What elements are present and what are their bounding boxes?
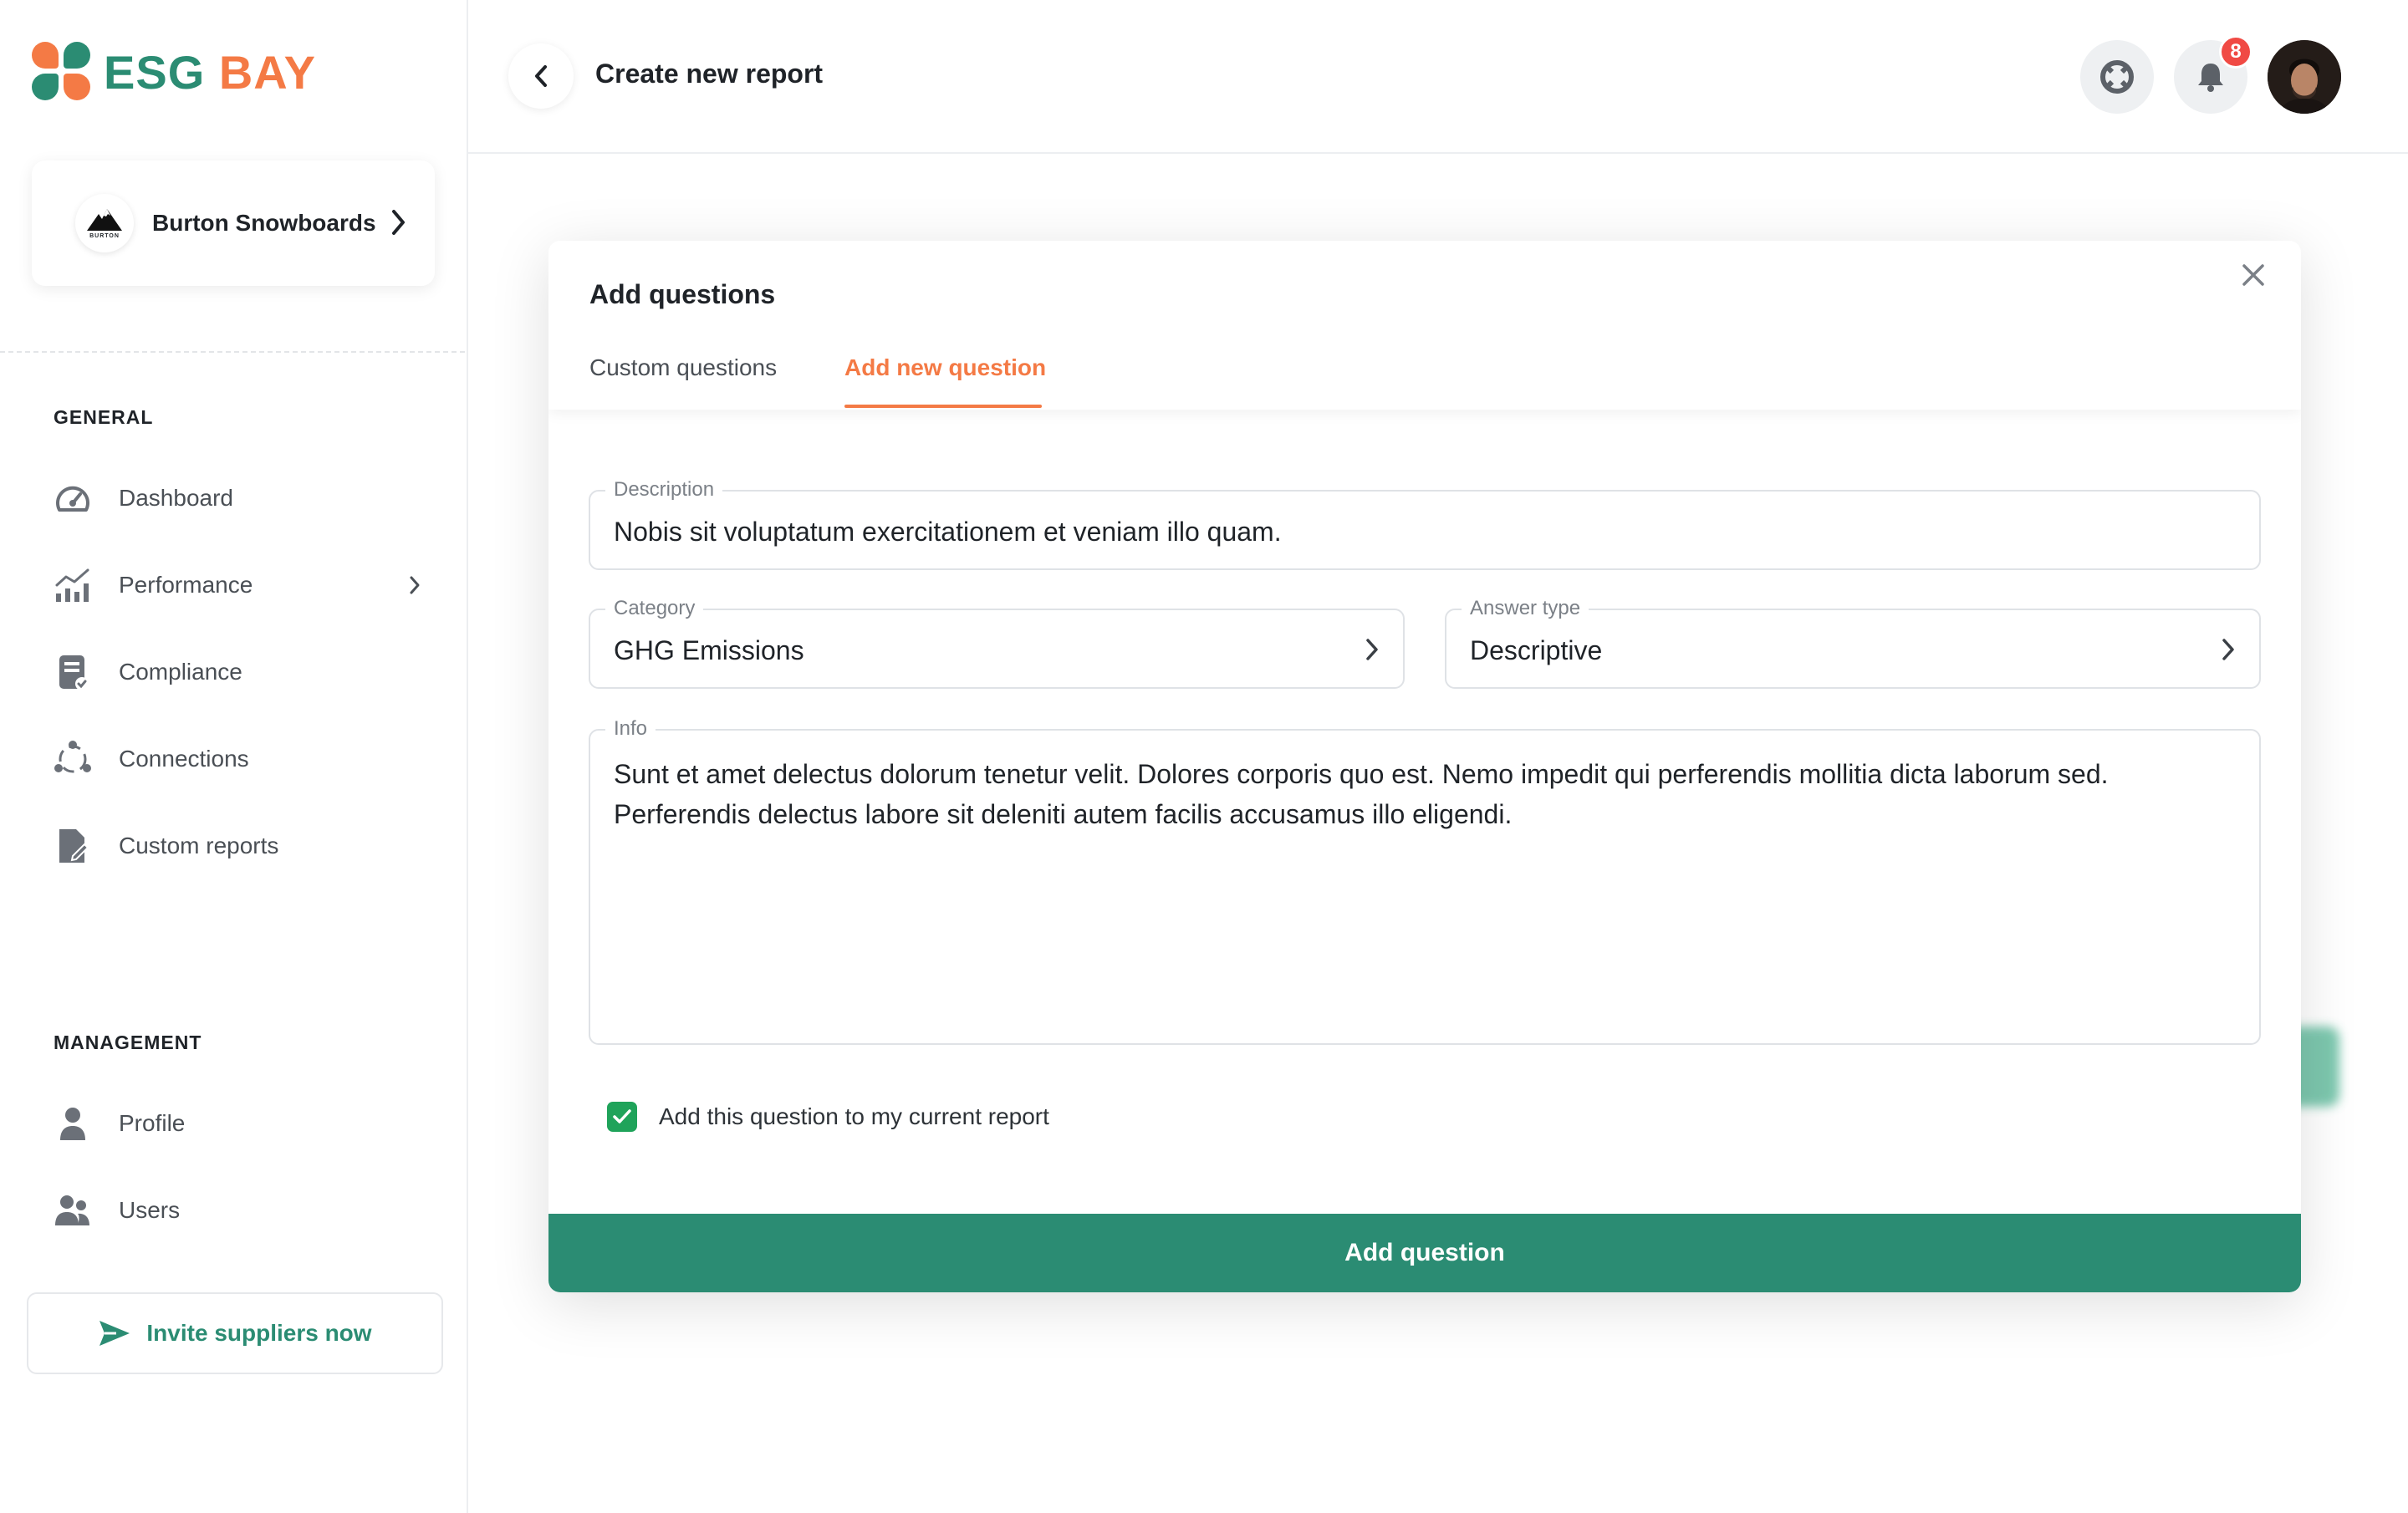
sidebar-item-label: Profile — [119, 1110, 186, 1136]
category-select[interactable]: Category GHG Emissions — [589, 597, 1405, 689]
notification-badge: 8 — [2219, 35, 2252, 69]
sidebar-item-performance[interactable]: Performance — [54, 560, 421, 610]
avatar[interactable] — [2268, 40, 2341, 114]
section-title-management: MANAGEMENT — [54, 1032, 202, 1053]
gauge-icon — [54, 479, 92, 517]
logo-text-esg: ESG — [104, 45, 206, 99]
logo-text-bay: BAY — [218, 45, 316, 99]
organization-name: Burton Snowboards — [152, 210, 376, 236]
lifebuoy-icon — [2100, 60, 2134, 94]
sidebar-item-label: Custom reports — [119, 833, 279, 858]
info-value: Sunt et amet delectus dolorum tenetur ve… — [614, 759, 2109, 829]
sidebar-item-label: Connections — [119, 746, 249, 772]
sidebar: ESG BAY BURTON Burton Snowboards GENERAL… — [0, 0, 468, 1513]
chevron-right-icon — [410, 576, 420, 594]
dialog-title: Add questions — [589, 279, 776, 309]
page-title: Create new report — [595, 59, 824, 89]
description-value: Nobis sit voluptatum exercitationem et v… — [614, 517, 1282, 547]
add-question-button[interactable]: Add question — [548, 1214, 2301, 1292]
sidebar-item-custom-reports[interactable]: Custom reports — [54, 821, 421, 871]
app-logo[interactable]: ESG BAY — [32, 42, 316, 102]
add-to-report-checkbox[interactable] — [607, 1102, 637, 1132]
description-field[interactable]: Description Nobis sit voluptatum exercit… — [589, 478, 2261, 570]
close-button[interactable] — [2227, 249, 2279, 301]
logo-mark-icon — [32, 42, 92, 102]
answer-type-value: Descriptive — [1470, 635, 1603, 665]
logo-text: ESG BAY — [104, 45, 316, 99]
chevron-left-icon — [535, 65, 547, 87]
description-label: Description — [605, 478, 723, 502]
clipboard-check-icon — [54, 653, 92, 691]
checkmark-icon — [613, 1109, 631, 1123]
bar-chart-icon — [54, 566, 92, 604]
sidebar-item-dashboard[interactable]: Dashboard — [54, 473, 421, 523]
category-value: GHG Emissions — [614, 635, 804, 665]
section-title-general: GENERAL — [54, 406, 154, 428]
help-button[interactable] — [2080, 40, 2154, 114]
answer-type-select[interactable]: Answer type Descriptive — [1445, 597, 2261, 689]
notifications-button[interactable]: 8 — [2174, 35, 2252, 114]
organization-logo-text: BURTON — [89, 233, 120, 239]
add-to-report-label: Add this question to my current report — [659, 1103, 1049, 1129]
answer-type-label: Answer type — [1462, 597, 1589, 620]
chevron-right-icon — [1366, 639, 1378, 660]
sidebar-item-profile[interactable]: Profile — [54, 1098, 421, 1149]
invite-suppliers-button[interactable]: Invite suppliers now — [27, 1292, 443, 1374]
category-label: Category — [605, 597, 704, 620]
info-label: Info — [605, 717, 656, 741]
users-icon — [54, 1191, 92, 1230]
organization-logo: BURTON — [75, 194, 134, 252]
tab-custom-questions[interactable]: Custom questions — [589, 354, 777, 408]
chevron-right-icon — [2222, 639, 2234, 660]
tab-add-new-question[interactable]: Add new question — [844, 354, 1046, 408]
back-button[interactable] — [508, 43, 574, 109]
user-icon — [54, 1104, 92, 1143]
sidebar-item-label: Compliance — [119, 659, 242, 685]
send-icon — [99, 1321, 130, 1346]
sidebar-divider — [0, 351, 465, 353]
chevron-right-icon — [392, 210, 405, 235]
dialog-header: Add questions Custom questions Add new q… — [548, 241, 2301, 410]
mountain-icon — [87, 209, 122, 231]
network-icon — [54, 740, 92, 778]
add-questions-dialog: Add questions Custom questions Add new q… — [548, 241, 2301, 1292]
sidebar-item-label: Users — [119, 1197, 181, 1223]
sidebar-item-label: Performance — [119, 572, 253, 598]
active-tab-indicator — [844, 405, 1042, 408]
info-textarea[interactable]: Info Sunt et amet delectus dolorum tenet… — [589, 717, 2261, 1045]
close-icon — [2242, 264, 2264, 286]
sidebar-item-connections[interactable]: Connections — [54, 734, 421, 784]
top-header: Create new report 8 — [468, 0, 2408, 154]
invite-suppliers-label: Invite suppliers now — [146, 1320, 372, 1346]
sidebar-item-compliance[interactable]: Compliance — [54, 647, 421, 697]
user-photo-icon — [2268, 40, 2341, 114]
bell-icon — [2198, 64, 2223, 92]
sidebar-item-label: Dashboard — [119, 485, 233, 511]
document-edit-icon — [54, 827, 92, 865]
organization-switcher[interactable]: BURTON Burton Snowboards — [32, 160, 435, 286]
add-to-report-checkbox-row[interactable]: Add this question to my current report — [607, 1102, 1049, 1132]
sidebar-item-users[interactable]: Users — [54, 1185, 421, 1235]
